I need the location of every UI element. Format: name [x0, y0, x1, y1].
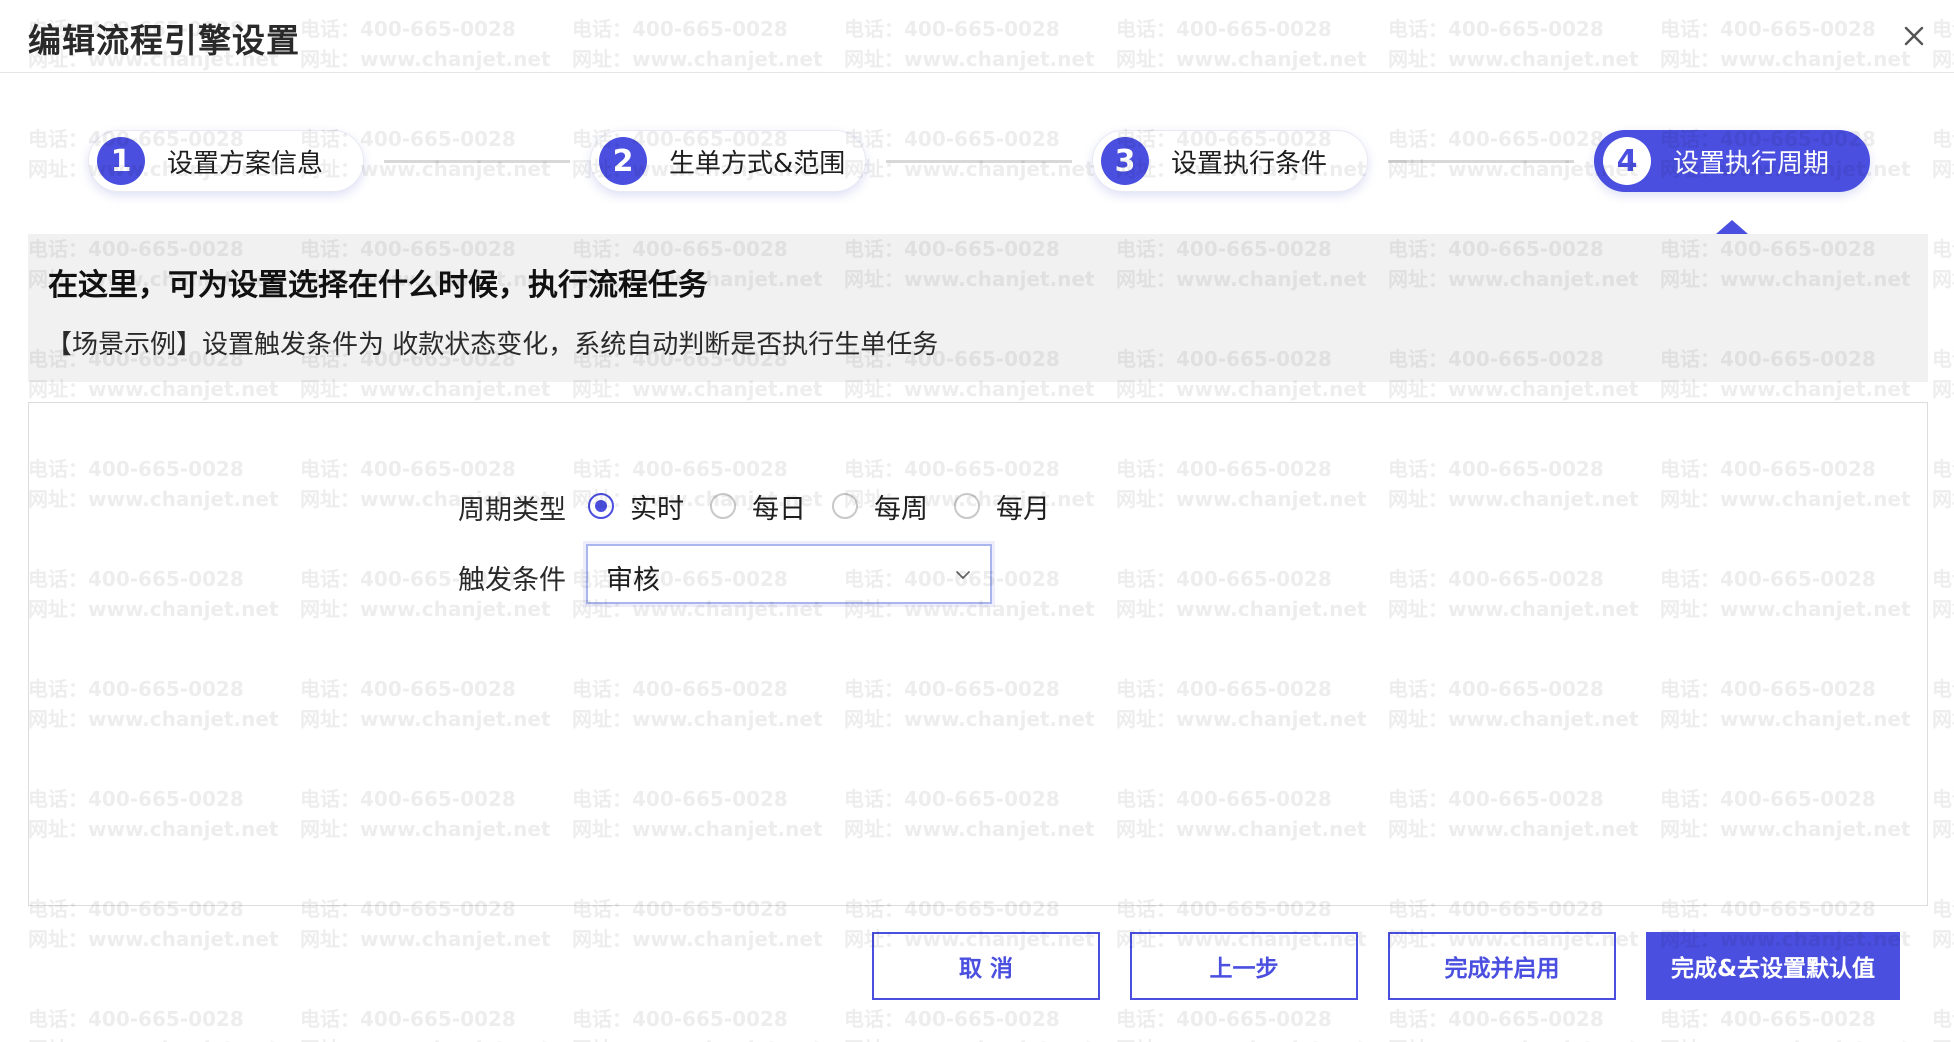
- step-label: 设置执行条件: [1171, 148, 1328, 179]
- watermark-site: 网址：www.chanjet.net: [572, 927, 823, 951]
- watermark-phone: 电话：400-665-0028: [844, 1007, 1060, 1031]
- watermark-phone: 电话：400-665-0028: [572, 1007, 788, 1031]
- watermark-phone: 电话：400-665-0028: [1932, 897, 1954, 921]
- watermark-text: 电话：400-665-0028 网址：www.chanjet.net: [1116, 1004, 1367, 1042]
- watermark-text: 电话：400-665-0028 网址：www.chanjet.net: [1932, 234, 1954, 294]
- step-4[interactable]: 4 设置执行周期: [1594, 130, 1870, 192]
- watermark-text: 电话：400-665-0028 网址：www.chanjet.net: [300, 1004, 551, 1042]
- radio-daily[interactable]: 每日: [710, 487, 806, 526]
- period-type-radio-group: 实时 每日 每周 每月: [588, 487, 1076, 526]
- step-number: 1: [97, 137, 145, 185]
- step-number: 2: [599, 137, 647, 185]
- watermark-text: 电话：400-665-0028 网址：www.chanjet.net: [1932, 784, 1954, 844]
- watermark-site: 网址：www.chanjet.net: [1932, 817, 1954, 841]
- close-icon: [1904, 26, 1924, 46]
- close-button[interactable]: [1894, 16, 1934, 56]
- watermark-phone: 电话：400-665-0028: [1932, 347, 1954, 371]
- step-label: 生单方式&范围: [669, 148, 846, 179]
- step-2[interactable]: 2 生单方式&范围: [590, 130, 866, 192]
- radio-label: 实时: [630, 493, 684, 525]
- trigger-condition-select[interactable]: 审核: [586, 544, 992, 604]
- radio-icon: [954, 493, 980, 519]
- watermark-phone: 电话：400-665-0028: [1388, 1007, 1604, 1031]
- finish-and-set-default-button[interactable]: 完成&去设置默认值: [1646, 932, 1900, 1000]
- info-description: 【场景示例】设置触发条件为 收款状态变化，系统自动判断是否执行生单任务: [46, 330, 939, 360]
- watermark-text: 电话：400-665-0028 网址：www.chanjet.net: [1932, 894, 1954, 954]
- radio-icon: [710, 493, 736, 519]
- watermark-site: 网址：www.chanjet.net: [300, 927, 551, 951]
- watermark-phone: 电话：400-665-0028: [28, 1007, 244, 1031]
- watermark-site: 网址：www.chanjet.net: [1660, 1034, 1911, 1042]
- cancel-button[interactable]: 取 消: [872, 932, 1100, 1000]
- watermark-text: 电话：400-665-0028 网址：www.chanjet.net: [1388, 1004, 1639, 1042]
- watermark-text: 电话：400-665-0028 网址：www.chanjet.net: [1660, 1004, 1911, 1042]
- radio-label: 每月: [996, 493, 1050, 525]
- step-1[interactable]: 1 设置方案信息: [88, 130, 364, 192]
- active-step-pointer: [1716, 220, 1748, 234]
- step-label: 设置执行周期: [1673, 148, 1830, 179]
- step-3[interactable]: 3 设置执行条件: [1092, 130, 1368, 192]
- watermark-site: 网址：www.chanjet.net: [1932, 487, 1954, 511]
- radio-icon: [588, 493, 614, 519]
- radio-weekly[interactable]: 每周: [832, 487, 928, 526]
- watermark-phone: 电话：400-665-0028: [1932, 787, 1954, 811]
- step-connector: [1388, 160, 1574, 163]
- watermark-phone: 电话：400-665-0028: [1116, 1007, 1332, 1031]
- watermark-text: 电话：400-665-0028 网址：www.chanjet.net: [1932, 344, 1954, 404]
- watermark-site: 网址：www.chanjet.net: [1932, 377, 1954, 401]
- dialog-title: 编辑流程引擎设置: [28, 21, 300, 60]
- watermark-site: 网址：www.chanjet.net: [1932, 707, 1954, 731]
- select-value: 审核: [606, 565, 660, 596]
- watermark-site: 网址：www.chanjet.net: [300, 1034, 551, 1042]
- form-panel: [28, 402, 1928, 906]
- watermark-phone: 电话：400-665-0028: [1932, 237, 1954, 261]
- watermark-site: 网址：www.chanjet.net: [1116, 1034, 1367, 1042]
- watermark-site: 网址：www.chanjet.net: [572, 1034, 823, 1042]
- watermark-site: 网址：www.chanjet.net: [1932, 927, 1954, 951]
- radio-icon: [832, 493, 858, 519]
- watermark-phone: 电话：400-665-0028: [1660, 1007, 1876, 1031]
- trigger-condition-label: 触发条件: [458, 565, 566, 596]
- radio-label: 每周: [874, 493, 928, 525]
- watermark-site: 网址：www.chanjet.net: [1932, 267, 1954, 291]
- watermark-phone: 电话：400-665-0028: [1932, 457, 1954, 481]
- watermark-site: 网址：www.chanjet.net: [1932, 597, 1954, 621]
- radio-realtime[interactable]: 实时: [588, 487, 684, 526]
- watermark-phone: 电话：400-665-0028: [300, 1007, 516, 1031]
- step-label: 设置方案信息: [167, 148, 324, 179]
- info-panel: 在这里，可为设置选择在什么时候，执行流程任务 【场景示例】设置触发条件为 收款状…: [28, 234, 1928, 382]
- watermark-site: 网址：www.chanjet.net: [1932, 1034, 1954, 1042]
- previous-step-button[interactable]: 上一步: [1130, 932, 1358, 1000]
- period-type-label: 周期类型: [458, 495, 566, 526]
- radio-label: 每日: [752, 493, 806, 525]
- watermark-phone: 电话：400-665-0028: [1932, 677, 1954, 701]
- chevron-down-icon: [956, 571, 970, 579]
- step-number: 4: [1603, 137, 1651, 185]
- stepper: 1 设置方案信息 2 生单方式&范围 3 设置执行条件 4 设置执行周期: [0, 120, 1954, 200]
- watermark-phone: 电话：400-665-0028: [1932, 1007, 1954, 1031]
- watermark-text: 电话：400-665-0028 网址：www.chanjet.net: [1932, 454, 1954, 514]
- watermark-site: 网址：www.chanjet.net: [844, 1034, 1095, 1042]
- watermark-site: 网址：www.chanjet.net: [28, 1034, 279, 1042]
- info-title: 在这里，可为设置选择在什么时候，执行流程任务: [48, 268, 708, 303]
- watermark-site: 网址：www.chanjet.net: [28, 927, 279, 951]
- watermark-phone: 电话：400-665-0028: [1932, 567, 1954, 591]
- watermark-site: 网址：www.chanjet.net: [1388, 1034, 1639, 1042]
- step-connector: [384, 160, 570, 163]
- radio-monthly[interactable]: 每月: [954, 487, 1050, 526]
- watermark-text: 电话：400-665-0028 网址：www.chanjet.net: [1932, 1004, 1954, 1042]
- watermark-text: 电话：400-665-0028 网址：www.chanjet.net: [28, 1004, 279, 1042]
- step-number: 3: [1101, 137, 1149, 185]
- dialog-header: 编辑流程引擎设置: [0, 0, 1954, 73]
- step-connector: [886, 160, 1072, 163]
- watermark-text: 电话：400-665-0028 网址：www.chanjet.net: [844, 1004, 1095, 1042]
- watermark-text: 电话：400-665-0028 网址：www.chanjet.net: [1932, 564, 1954, 624]
- watermark-text: 电话：400-665-0028 网址：www.chanjet.net: [572, 1004, 823, 1042]
- finish-and-enable-button[interactable]: 完成并启用: [1388, 932, 1616, 1000]
- watermark-text: 电话：400-665-0028 网址：www.chanjet.net: [1932, 674, 1954, 734]
